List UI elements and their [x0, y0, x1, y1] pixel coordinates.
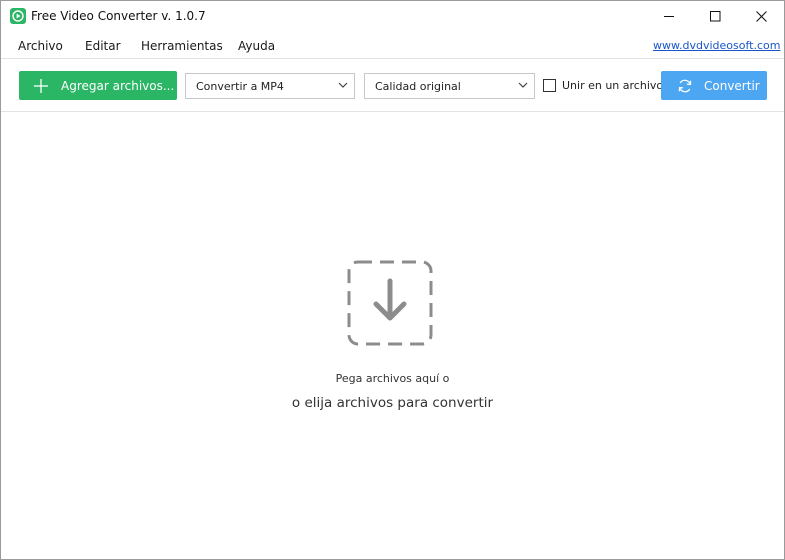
menu-bar: Archivo Editar Herramientas Ayuda www.dv…	[1, 32, 784, 58]
download-arrow-icon	[347, 260, 433, 346]
window-title: Free Video Converter v. 1.0.7	[31, 9, 206, 23]
minimize-icon	[663, 16, 674, 17]
close-button[interactable]	[738, 1, 784, 32]
merge-checkbox[interactable]	[543, 79, 556, 92]
app-window: Free Video Converter v. 1.0.7 Archivo Ed…	[0, 0, 785, 560]
menu-herramientas[interactable]: Herramientas	[141, 39, 223, 53]
quality-select[interactable]: Calidad original	[364, 73, 535, 99]
format-select[interactable]: Convertir a MP4	[185, 73, 355, 99]
plus-icon	[34, 78, 48, 93]
menu-divider	[1, 58, 784, 59]
merge-label: Unir en un archivo	[562, 79, 664, 92]
drop-hint-line2[interactable]: o elija archivos para convertir	[1, 395, 784, 411]
format-select-value: Convertir a MP4	[196, 79, 284, 93]
maximize-icon	[709, 11, 720, 22]
menu-archivo[interactable]: Archivo	[18, 39, 63, 53]
chevron-down-icon	[338, 82, 348, 88]
app-logo-icon	[10, 8, 26, 24]
maximize-button[interactable]	[692, 1, 738, 32]
refresh-icon	[678, 79, 692, 92]
add-files-label: Agregar archivos...	[61, 78, 175, 93]
convert-button[interactable]: Convertir	[661, 71, 767, 100]
quality-select-value: Calidad original	[375, 79, 461, 93]
website-link[interactable]: www.dvdvideosoft.com	[653, 39, 780, 52]
close-icon	[755, 11, 767, 22]
title-bar[interactable]: Free Video Converter v. 1.0.7	[1, 1, 784, 32]
merge-option[interactable]: Unir en un archivo	[543, 79, 663, 92]
add-files-button[interactable]: Agregar archivos...	[19, 71, 177, 100]
menu-ayuda[interactable]: Ayuda	[238, 39, 275, 53]
menu-editar[interactable]: Editar	[85, 39, 121, 53]
convert-label: Convertir	[704, 78, 760, 93]
drop-hint-line1: Pega archivos aquí o	[335, 372, 450, 385]
chevron-down-icon	[518, 82, 528, 88]
minimize-button[interactable]	[646, 1, 692, 32]
